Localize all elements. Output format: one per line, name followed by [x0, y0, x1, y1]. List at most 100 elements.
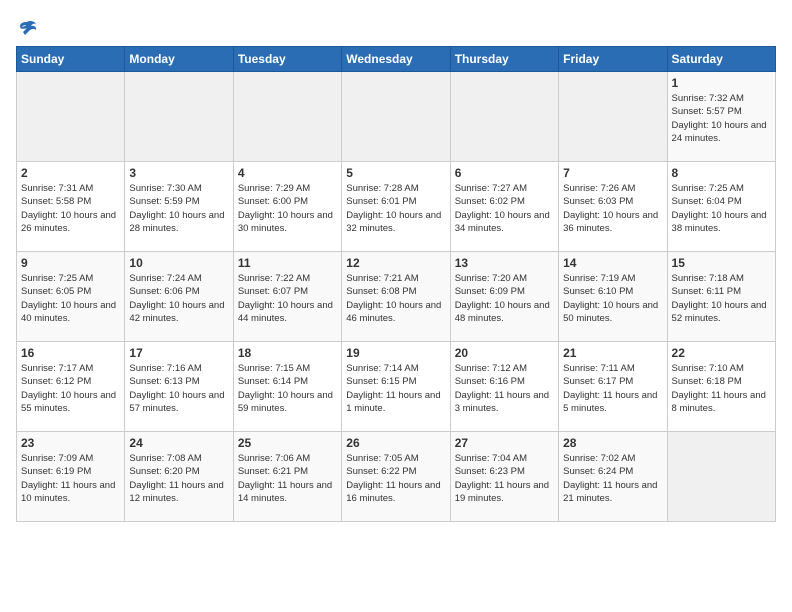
- day-number: 24: [129, 436, 228, 450]
- day-number: 10: [129, 256, 228, 270]
- calendar-cell: 4 Sunrise: 7:29 AMSunset: 6:00 PMDaylight…: [233, 162, 341, 252]
- calendar-cell: 20Sunrise: 7:12 AMSunset: 6:16 PMDayligh…: [450, 342, 558, 432]
- calendar-cell: [233, 72, 341, 162]
- calendar-cell: 5Sunrise: 7:28 AMSunset: 6:01 PMDaylight…: [342, 162, 450, 252]
- day-number: 14: [563, 256, 662, 270]
- day-number: 18: [238, 346, 337, 360]
- calendar-cell: 14 Sunrise: 7:19 AMSunset: 6:10 PMDayligh…: [559, 252, 667, 342]
- day-info: Sunrise: 7:16 AMSunset: 6:13 PMDaylight:…: [129, 362, 228, 415]
- calendar-week-row: 23 Sunrise: 7:09 AMSunset: 6:19 PMDayligh…: [17, 432, 776, 522]
- day-number: 11: [238, 256, 337, 270]
- calendar-cell: 11 Sunrise: 7:22 AMSunset: 6:07 PMDayligh…: [233, 252, 341, 342]
- day-info: Sunrise: 7:31 AMSunset: 5:58 PMDaylight:…: [21, 182, 120, 235]
- day-header-tuesday: Tuesday: [233, 47, 341, 72]
- day-number: 27: [455, 436, 554, 450]
- day-info: Sunrise: 7:24 AMSunset: 6:06 PMDaylight:…: [129, 272, 228, 325]
- calendar-cell: [559, 72, 667, 162]
- calendar-header: [16, 16, 776, 36]
- calendar-cell: 7 Sunrise: 7:26 AMSunset: 6:03 PMDaylight…: [559, 162, 667, 252]
- calendar-cell: 17 Sunrise: 7:16 AMSunset: 6:13 PMDayligh…: [125, 342, 233, 432]
- day-number: 3: [129, 166, 228, 180]
- calendar-cell: [17, 72, 125, 162]
- calendar-table: SundayMondayTuesdayWednesdayThursdayFrid…: [16, 46, 776, 522]
- day-number: 8: [672, 166, 771, 180]
- day-number: 7: [563, 166, 662, 180]
- day-number: 13: [455, 256, 554, 270]
- day-header-saturday: Saturday: [667, 47, 775, 72]
- day-info: Sunrise: 7:06 AMSunset: 6:21 PMDaylight:…: [238, 452, 337, 505]
- day-info: Sunrise: 7:22 AMSunset: 6:07 PMDaylight:…: [238, 272, 337, 325]
- calendar-cell: 22 Sunrise: 7:10 AMSunset: 6:18 PMDayligh…: [667, 342, 775, 432]
- calendar-cell: 28Sunrise: 7:02 AMSunset: 6:24 PMDayligh…: [559, 432, 667, 522]
- calendar-cell: [125, 72, 233, 162]
- day-info: Sunrise: 7:09 AMSunset: 6:19 PMDaylight:…: [21, 452, 120, 505]
- day-info: Sunrise: 7:18 AMSunset: 6:11 PMDaylight:…: [672, 272, 771, 325]
- day-header-friday: Friday: [559, 47, 667, 72]
- calendar-cell: 18 Sunrise: 7:15 AMSunset: 6:14 PMDayligh…: [233, 342, 341, 432]
- calendar-header-row: SundayMondayTuesdayWednesdayThursdayFrid…: [17, 47, 776, 72]
- calendar-cell: 26 Sunrise: 7:05 AMSunset: 6:22 PMDayligh…: [342, 432, 450, 522]
- calendar-cell: 10 Sunrise: 7:24 AMSunset: 6:06 PMDayligh…: [125, 252, 233, 342]
- calendar-cell: [450, 72, 558, 162]
- calendar-cell: 23 Sunrise: 7:09 AMSunset: 6:19 PMDayligh…: [17, 432, 125, 522]
- calendar-week-row: 9 Sunrise: 7:25 AMSunset: 6:05 PMDaylight…: [17, 252, 776, 342]
- day-number: 25: [238, 436, 337, 450]
- day-info: Sunrise: 7:25 AMSunset: 6:04 PMDaylight:…: [672, 182, 771, 235]
- calendar-cell: 16Sunrise: 7:17 AMSunset: 6:12 PMDayligh…: [17, 342, 125, 432]
- day-number: 6: [455, 166, 554, 180]
- day-info: Sunrise: 7:27 AMSunset: 6:02 PMDaylight:…: [455, 182, 554, 235]
- day-info: Sunrise: 7:08 AMSunset: 6:20 PMDaylight:…: [129, 452, 228, 505]
- day-info: Sunrise: 7:21 AMSunset: 6:08 PMDaylight:…: [346, 272, 445, 325]
- day-number: 12: [346, 256, 445, 270]
- day-number: 23: [21, 436, 120, 450]
- calendar-cell: 1 Sunrise: 7:32 AMSunset: 5:57 PMDaylight…: [667, 72, 775, 162]
- day-info: Sunrise: 7:15 AMSunset: 6:14 PMDaylight:…: [238, 362, 337, 415]
- day-number: 15: [672, 256, 771, 270]
- day-number: 26: [346, 436, 445, 450]
- day-info: Sunrise: 7:26 AMSunset: 6:03 PMDaylight:…: [563, 182, 662, 235]
- logo-bird-icon: [17, 20, 37, 38]
- calendar-week-row: 1 Sunrise: 7:32 AMSunset: 5:57 PMDaylight…: [17, 72, 776, 162]
- day-info: Sunrise: 7:10 AMSunset: 6:18 PMDaylight:…: [672, 362, 771, 415]
- calendar-cell: 9 Sunrise: 7:25 AMSunset: 6:05 PMDaylight…: [17, 252, 125, 342]
- calendar-cell: 13 Sunrise: 7:20 AMSunset: 6:09 PMDayligh…: [450, 252, 558, 342]
- day-info: Sunrise: 7:25 AMSunset: 6:05 PMDaylight:…: [21, 272, 120, 325]
- calendar-cell: [667, 432, 775, 522]
- day-number: 22: [672, 346, 771, 360]
- day-number: 5: [346, 166, 445, 180]
- day-info: Sunrise: 7:11 AMSunset: 6:17 PMDaylight:…: [563, 362, 662, 415]
- day-header-monday: Monday: [125, 47, 233, 72]
- day-info: Sunrise: 7:32 AMSunset: 5:57 PMDaylight:…: [672, 92, 771, 145]
- day-number: 9: [21, 256, 120, 270]
- logo: [16, 16, 37, 36]
- day-number: 4: [238, 166, 337, 180]
- calendar-cell: 27 Sunrise: 7:04 AMSunset: 6:23 PMDayligh…: [450, 432, 558, 522]
- day-header-wednesday: Wednesday: [342, 47, 450, 72]
- day-number: 2: [21, 166, 120, 180]
- day-number: 28: [563, 436, 662, 450]
- day-header-sunday: Sunday: [17, 47, 125, 72]
- calendar-cell: 15 Sunrise: 7:18 AMSunset: 6:11 PMDayligh…: [667, 252, 775, 342]
- calendar-cell: 8 Sunrise: 7:25 AMSunset: 6:04 PMDaylight…: [667, 162, 775, 252]
- day-number: 19: [346, 346, 445, 360]
- calendar-cell: 12 Sunrise: 7:21 AMSunset: 6:08 PMDayligh…: [342, 252, 450, 342]
- day-info: Sunrise: 7:14 AMSunset: 6:15 PMDaylight:…: [346, 362, 445, 415]
- day-info: Sunrise: 7:30 AMSunset: 5:59 PMDaylight:…: [129, 182, 228, 235]
- day-number: 21: [563, 346, 662, 360]
- day-number: 1: [672, 76, 771, 90]
- day-info: Sunrise: 7:05 AMSunset: 6:22 PMDaylight:…: [346, 452, 445, 505]
- day-info: Sunrise: 7:04 AMSunset: 6:23 PMDaylight:…: [455, 452, 554, 505]
- day-number: 16: [21, 346, 120, 360]
- calendar-cell: 21 Sunrise: 7:11 AMSunset: 6:17 PMDayligh…: [559, 342, 667, 432]
- day-header-thursday: Thursday: [450, 47, 558, 72]
- day-number: 17: [129, 346, 228, 360]
- calendar-cell: 24 Sunrise: 7:08 AMSunset: 6:20 PMDayligh…: [125, 432, 233, 522]
- day-info: Sunrise: 7:29 AMSunset: 6:00 PMDaylight:…: [238, 182, 337, 235]
- calendar-cell: 3 Sunrise: 7:30 AMSunset: 5:59 PMDaylight…: [125, 162, 233, 252]
- day-info: Sunrise: 7:19 AMSunset: 6:10 PMDaylight:…: [563, 272, 662, 325]
- calendar-week-row: 2 Sunrise: 7:31 AMSunset: 5:58 PMDaylight…: [17, 162, 776, 252]
- day-info: Sunrise: 7:20 AMSunset: 6:09 PMDaylight:…: [455, 272, 554, 325]
- day-number: 20: [455, 346, 554, 360]
- calendar-cell: 2 Sunrise: 7:31 AMSunset: 5:58 PMDaylight…: [17, 162, 125, 252]
- calendar-cell: 25 Sunrise: 7:06 AMSunset: 6:21 PMDayligh…: [233, 432, 341, 522]
